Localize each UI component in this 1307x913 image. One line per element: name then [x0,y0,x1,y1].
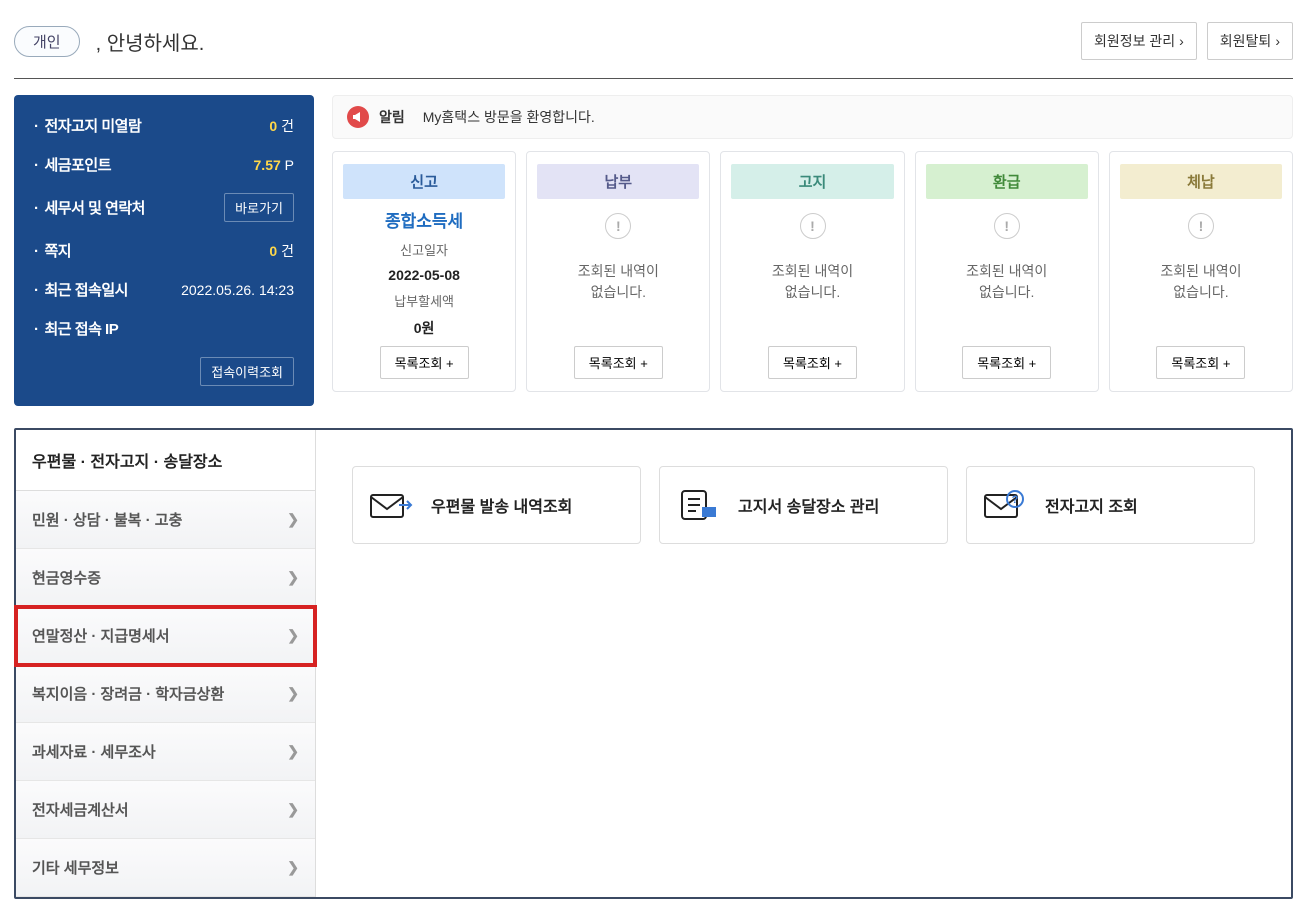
svg-text:?: ? [1012,494,1019,506]
card-notice-empty: 조회된 내역이 없습니다. [772,261,853,303]
card-payment-list-button[interactable]: 목록조회 + [574,346,663,379]
link-label: 고지서 송달장소 관리 [738,493,879,517]
card-report-datelabel: 신고일자 [400,240,448,259]
card-head-refund: 환급 [926,164,1088,199]
megaphone-icon [347,106,369,128]
card-notice-list-button[interactable]: 목록조회 + [768,346,857,379]
card-report-list-button[interactable]: 목록조회 + [380,346,469,379]
greeting-text: , 안녕하세요. [96,27,205,56]
side-item-label: 과세자료 · 세무조사 [32,741,156,762]
info-icon: ! [605,213,631,239]
mail-icon [369,485,413,525]
info-icon: ! [800,213,826,239]
info-label-office: 세무서 및 연락처 [34,197,145,218]
manage-account-label: 회원정보 관리 [1094,31,1175,51]
link-card-delivery[interactable]: 고지서 송달장소 관리 [659,466,948,544]
card-head-report: 신고 [343,164,505,199]
user-info-panel: 전자고지 미열람 0 건 세금포인트 7.57 P 세무서 및 연락처 바로가기… [14,95,314,406]
side-item-4[interactable]: 과세자료 · 세무조사 ❯ [16,723,315,781]
document-icon [676,485,720,525]
card-arrears-list-button[interactable]: 목록조회 + [1156,346,1245,379]
chevron-right-icon: ❯ [287,859,299,876]
card-report-date: 2022-05-08 [388,267,460,283]
user-type-badge: 개인 [14,26,80,57]
alert-title: 알림 [379,107,405,127]
side-item-2[interactable]: 연말정산 · 지급명세서 ❯ [16,607,315,665]
link-card-enotice[interactable]: ? 전자고지 조회 [966,466,1255,544]
info-value-lastlogin: 2022.05.26. 14:23 [181,282,294,298]
chevron-right-icon: ❯ [287,685,299,702]
summary-cards: 신고 종합소득세 신고일자 2022-05-08 납부할세액 0원 목록조회 +… [332,151,1293,392]
info-value-points: 7.57 [254,157,281,173]
info-value-messages: 0 [269,243,277,259]
chevron-right-icon: ❯ [287,511,299,528]
manage-account-button[interactable]: 회원정보 관리 › [1081,22,1197,60]
card-head-notice: 고지 [731,164,893,199]
chevron-right-icon: ❯ [287,569,299,586]
side-item-0[interactable]: 민원 · 상담 · 불복 · 고충 ❯ [16,491,315,549]
card-refund: 환급 ! 조회된 내역이 없습니다. 목록조회 + [915,151,1099,392]
side-menu: 우편물 · 전자고지 · 송달장소 민원 · 상담 · 불복 · 고충 ❯ 현금… [16,430,316,897]
info-label-messages: 쪽지 [34,240,71,261]
side-item-label: 민원 · 상담 · 불복 · 고충 [32,509,182,530]
info-label-points: 세금포인트 [34,154,111,175]
alert-bar: 알림 My홈택스 방문을 환영합니다. [332,95,1293,139]
card-refund-list-button[interactable]: 목록조회 + [962,346,1051,379]
side-item-5[interactable]: 전자세금계산서 ❯ [16,781,315,839]
chevron-right-icon: ❯ [287,801,299,818]
side-item-3[interactable]: 복지이음 · 장려금 · 학자금상환 ❯ [16,665,315,723]
side-item-label: 복지이음 · 장려금 · 학자금상환 [32,683,224,704]
withdraw-label: 회원탈퇴 [1220,31,1272,51]
side-item-label: 연말정산 · 지급명세서 [32,625,170,646]
login-history-button[interactable]: 접속이력조회 [200,357,294,386]
info-label-lastip: 최근 접속 IP [34,318,118,339]
card-head-payment: 납부 [537,164,699,199]
card-refund-empty: 조회된 내역이 없습니다. [966,261,1047,303]
mail-search-icon: ? [983,485,1027,525]
card-report-main: 종합소득세 [385,207,463,232]
side-item-6[interactable]: 기타 세무정보 ❯ [16,839,315,897]
card-arrears: 체납 ! 조회된 내역이 없습니다. 목록조회 + [1109,151,1293,392]
card-report: 신고 종합소득세 신고일자 2022-05-08 납부할세액 0원 목록조회 + [332,151,516,392]
card-head-arrears: 체납 [1120,164,1282,199]
card-report-amountlabel: 납부할세액 [394,291,454,310]
alert-text: My홈택스 방문을 환영합니다. [423,107,595,127]
link-label: 우편물 발송 내역조회 [431,493,572,517]
link-label: 전자고지 조회 [1045,493,1138,517]
info-label-notices: 전자고지 미열람 [34,115,141,136]
chevron-right-icon: ❯ [287,743,299,760]
side-item-label: 현금영수증 [32,567,101,588]
office-shortcut-button[interactable]: 바로가기 [224,193,294,222]
link-card-mail[interactable]: 우편물 발송 내역조회 [352,466,641,544]
info-value-notices: 0 [269,118,277,134]
info-icon: ! [994,213,1020,239]
card-arrears-empty: 조회된 내역이 없습니다. [1160,261,1241,303]
card-payment-empty: 조회된 내역이 없습니다. [578,261,659,303]
side-menu-head: 우편물 · 전자고지 · 송달장소 [16,430,315,491]
chevron-right-icon: › [1179,33,1184,49]
info-label-lastlogin: 최근 접속일시 [34,279,128,300]
chevron-right-icon: › [1275,33,1280,49]
card-notice: 고지 ! 조회된 내역이 없습니다. 목록조회 + [720,151,904,392]
side-item-label: 전자세금계산서 [32,799,129,820]
chevron-right-icon: ❯ [287,627,299,644]
side-item-label: 기타 세무정보 [32,857,119,878]
info-icon: ! [1188,213,1214,239]
withdraw-button[interactable]: 회원탈퇴 › [1207,22,1293,60]
card-report-amount: 0원 [414,318,435,338]
side-item-1[interactable]: 현금영수증 ❯ [16,549,315,607]
card-payment: 납부 ! 조회된 내역이 없습니다. 목록조회 + [526,151,710,392]
page-header: 개인 , 안녕하세요. 회원정보 관리 › 회원탈퇴 › [14,14,1293,79]
